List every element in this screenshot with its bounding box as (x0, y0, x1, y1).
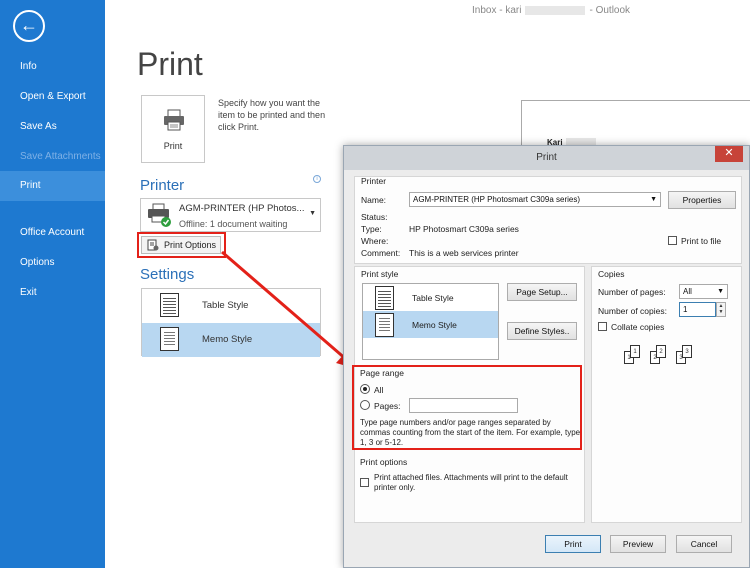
page-range-callout (352, 365, 582, 450)
printer-group-label: Printer (361, 176, 387, 186)
print-attached-checkbox[interactable] (360, 478, 369, 487)
dialog-style-memo-label: Memo Style (412, 320, 457, 330)
dialog-style-table[interactable]: Table Style (363, 284, 498, 311)
type-label: Type: (361, 224, 382, 234)
dialog-cancel-button[interactable]: Cancel (676, 535, 732, 553)
print-style-group-label: Print style (361, 269, 399, 279)
properties-button[interactable]: Properties (668, 191, 736, 209)
print-attached-label: Print attached files. Attachments will p… (374, 473, 568, 492)
collate-page: 1 (630, 345, 640, 358)
name-label: Name: (361, 195, 387, 205)
dialog-title: Print (536, 152, 557, 163)
print-dialog: Print ✕ Printer Name: AGM-PRINTER (HP Ph… (343, 145, 750, 568)
status-label: Status: (361, 212, 388, 222)
comment-label: Comment: (361, 248, 401, 258)
memo-style-icon (375, 313, 394, 337)
comment-value: This is a web services printer (409, 248, 519, 258)
collate-page: 3 (682, 345, 692, 358)
close-icon[interactable]: ✕ (715, 146, 743, 162)
dialog-style-list: Table Style Memo Style (362, 283, 499, 360)
define-styles-button[interactable]: Define Styles.. (507, 322, 577, 340)
chevron-down-icon: ▼ (717, 288, 724, 295)
number-of-pages-value: All (683, 287, 692, 296)
collate-checkbox[interactable] (598, 322, 607, 331)
chevron-down-icon: ▼ (650, 196, 657, 203)
dialog-print-button[interactable]: Print (545, 535, 601, 553)
copies-spinner[interactable]: ▲ ▼ (716, 302, 726, 317)
printer-select-value: AGM-PRINTER (HP Photosmart C309a series) (413, 195, 581, 204)
printer-group: Printer Name: AGM-PRINTER (HP Photosmart… (354, 176, 742, 264)
print-to-file-label: Print to file (681, 236, 722, 246)
copies-group: Copies Number of pages: All ▼ Number of … (591, 266, 742, 523)
print-to-file-checkbox[interactable] (668, 236, 677, 245)
number-of-pages-select[interactable]: All ▼ (679, 284, 728, 299)
dialog-style-memo[interactable]: Memo Style (363, 311, 498, 338)
dialog-style-table-label: Table Style (412, 293, 454, 303)
type-value: HP Photosmart C309a series (409, 224, 519, 234)
collate-label: Collate copies (611, 322, 665, 332)
collate-page: 2 (656, 345, 666, 358)
dialog-title-bar: Print ✕ (344, 146, 749, 170)
dialog-preview-button[interactable]: Preview (610, 535, 666, 553)
copies-group-label: Copies (598, 269, 625, 279)
print-options-group-label: Print options (360, 457, 408, 467)
page-setup-button[interactable]: Page Setup... (507, 283, 577, 301)
where-label: Where: (361, 236, 389, 246)
table-style-icon (375, 286, 394, 310)
number-of-pages-label: Number of pages: (598, 287, 666, 297)
number-of-copies-label: Number of copies: (598, 306, 667, 316)
number-of-copies-input[interactable]: 1 (679, 302, 716, 317)
printer-select[interactable]: AGM-PRINTER (HP Photosmart C309a series)… (409, 192, 661, 207)
